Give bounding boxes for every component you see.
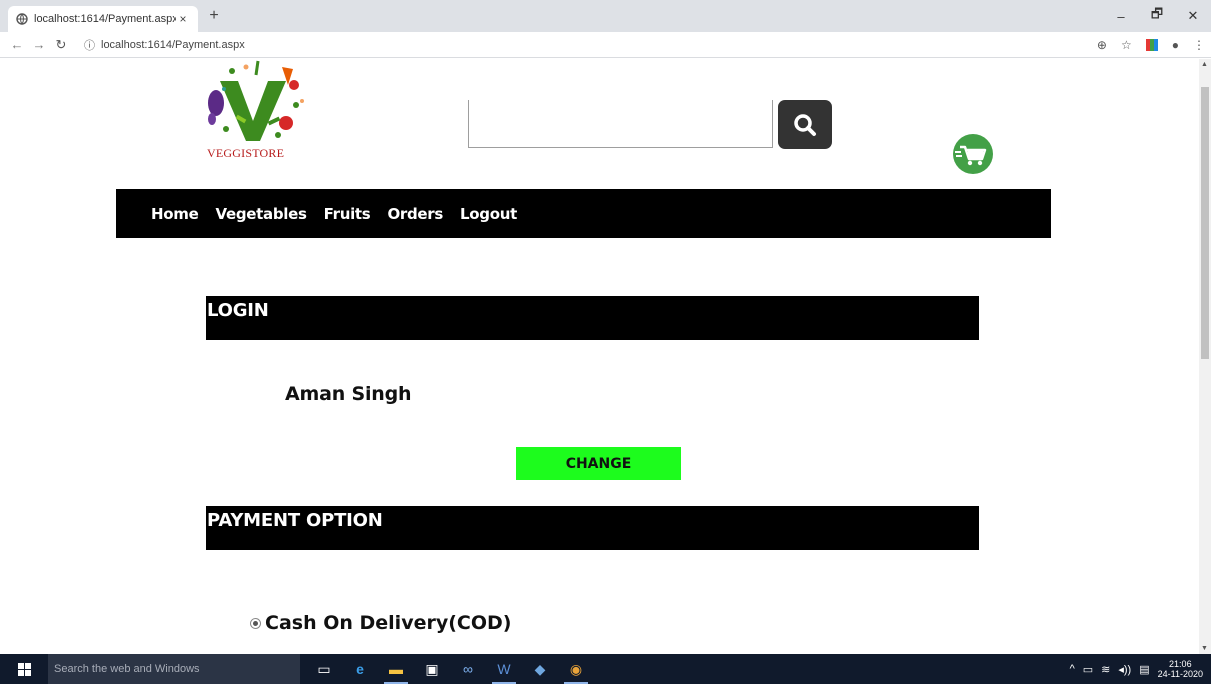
cod-label[interactable]: Cash On Delivery(COD) bbox=[265, 612, 511, 634]
clock-date: 24-11-2020 bbox=[1157, 669, 1203, 679]
start-button[interactable] bbox=[0, 654, 48, 684]
windows-logo-icon bbox=[17, 662, 31, 676]
toolbar-actions: ⊕ ☆ ● ⋮ bbox=[1097, 32, 1205, 58]
search-button[interactable] bbox=[778, 100, 832, 149]
scroll-down-icon[interactable]: ▼ bbox=[1201, 645, 1208, 652]
notification-icon[interactable]: ▤ bbox=[1139, 663, 1149, 676]
system-tray: ^ ▭ ≋ ◂)) ▤ 21:06 24-11-2020 bbox=[1070, 654, 1203, 684]
cod-option[interactable]: Cash On Delivery(COD) bbox=[250, 612, 511, 634]
network-icon[interactable]: ≋ bbox=[1101, 663, 1110, 676]
word-icon[interactable]: W bbox=[486, 654, 522, 684]
close-tab-icon[interactable]: × bbox=[176, 12, 190, 26]
store-icon[interactable]: ▣ bbox=[414, 654, 450, 684]
close-window-button[interactable]: ✕ bbox=[1175, 0, 1211, 32]
file-explorer-icon[interactable]: ▬ bbox=[378, 654, 414, 684]
main-nav: Home Vegetables Fruits Orders Logout bbox=[116, 189, 1051, 238]
change-button[interactable]: CHANGE bbox=[516, 447, 681, 480]
battery-icon[interactable]: ▭ bbox=[1083, 663, 1093, 676]
cod-radio[interactable] bbox=[250, 617, 261, 629]
infinity-icon[interactable]: ∞ bbox=[450, 654, 486, 684]
clock-time: 21:06 bbox=[1169, 659, 1192, 669]
user-name: Aman Singh bbox=[285, 383, 412, 405]
nav-logout[interactable]: Logout bbox=[460, 205, 517, 223]
bookmark-star-icon[interactable]: ☆ bbox=[1121, 38, 1132, 52]
nav-orders[interactable]: Orders bbox=[387, 205, 443, 223]
address-bar[interactable]: ⓘ localhost:1614/Payment.aspx bbox=[84, 37, 245, 53]
tray-chevron-icon[interactable]: ^ bbox=[1070, 663, 1075, 675]
forward-arrow-icon[interactable]: → bbox=[28, 37, 50, 52]
brand-name: VEGGISTORE bbox=[207, 146, 285, 160]
nav-fruits[interactable]: Fruits bbox=[324, 205, 371, 223]
extension-icon[interactable] bbox=[1145, 39, 1158, 51]
reload-icon[interactable]: ↻ bbox=[50, 37, 72, 53]
scroll-up-icon[interactable]: ▲ bbox=[1201, 61, 1208, 68]
nav-vegetables[interactable]: Vegetables bbox=[215, 205, 306, 223]
address-text: localhost:1614/Payment.aspx bbox=[101, 38, 245, 51]
page-viewport: VEGGISTORE Home Vegetables Fruits Orders… bbox=[0, 59, 1211, 654]
media-icon[interactable]: ◆ bbox=[522, 654, 558, 684]
zoom-icon[interactable]: ⊕ bbox=[1097, 38, 1107, 52]
volume-icon[interactable]: ◂)) bbox=[1118, 663, 1131, 676]
page-scrollbar[interactable]: ▲ ▼ bbox=[1199, 59, 1211, 654]
taskbar-search[interactable]: Search the web and Windows bbox=[48, 654, 300, 684]
search-input[interactable] bbox=[468, 100, 773, 148]
browser-tab[interactable]: localhost:1614/Payment.aspx × bbox=[8, 6, 198, 32]
tab-title: localhost:1614/Payment.aspx bbox=[34, 13, 176, 25]
nav-home[interactable]: Home bbox=[151, 205, 199, 223]
taskbar-apps: ▭ e ▬ ▣ ∞ W ◆ ◉ bbox=[306, 654, 594, 684]
scrollbar-thumb[interactable] bbox=[1201, 87, 1209, 359]
new-tab-button[interactable]: + bbox=[205, 7, 223, 25]
task-view-icon[interactable]: ▭ bbox=[306, 654, 342, 684]
profile-icon[interactable]: ● bbox=[1172, 38, 1179, 52]
restore-button[interactable]: 🗗 bbox=[1139, 0, 1175, 32]
cart-icon[interactable] bbox=[951, 134, 995, 174]
payment-option-header: PAYMENT OPTION bbox=[206, 506, 979, 550]
browser-toolbar: ← → ↻ ⓘ localhost:1614/Payment.aspx ⊕ ☆ … bbox=[0, 32, 1211, 58]
window-controls: – 🗗 ✕ bbox=[1103, 0, 1211, 32]
info-icon[interactable]: ⓘ bbox=[84, 37, 95, 53]
search-icon bbox=[794, 113, 816, 136]
chrome-icon[interactable]: ◉ bbox=[558, 654, 594, 684]
windows-taskbar: Search the web and Windows ▭ e ▬ ▣ ∞ W ◆… bbox=[0, 654, 1211, 684]
globe-icon bbox=[16, 13, 28, 25]
browser-tab-bar: localhost:1614/Payment.aspx × + – 🗗 ✕ bbox=[0, 0, 1211, 32]
menu-dots-icon[interactable]: ⋮ bbox=[1193, 38, 1205, 52]
login-header: LOGIN bbox=[206, 296, 979, 340]
back-arrow-icon[interactable]: ← bbox=[6, 37, 28, 52]
minimize-button[interactable]: – bbox=[1103, 0, 1139, 32]
edge-icon[interactable]: e bbox=[342, 654, 378, 684]
system-clock[interactable]: 21:06 24-11-2020 bbox=[1158, 659, 1203, 679]
